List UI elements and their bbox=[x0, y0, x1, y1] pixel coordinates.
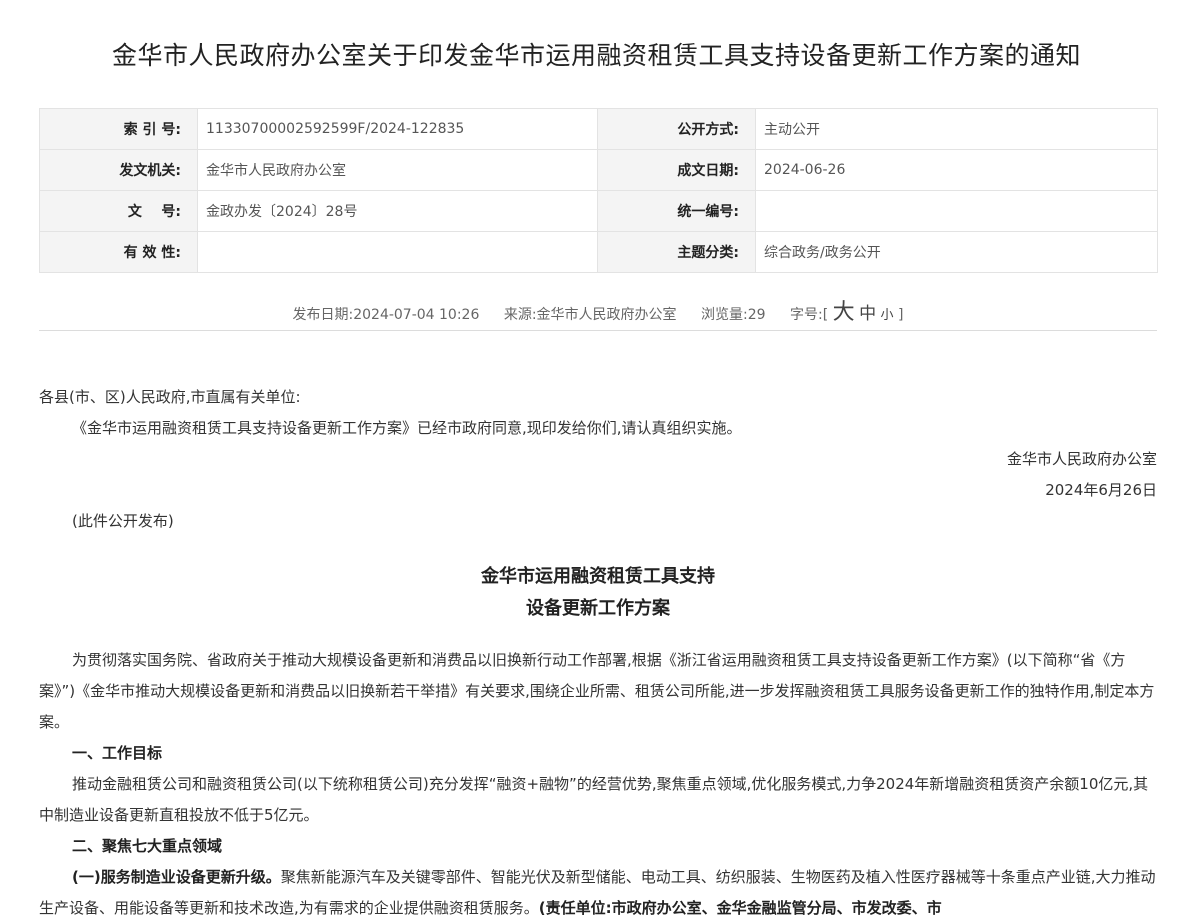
font-size-bracket: ] bbox=[898, 307, 904, 323]
font-size-switcher: 字号:[ 大 中 小 ] bbox=[789, 300, 904, 325]
font-size-label: 字号:[ bbox=[789, 307, 829, 323]
font-size-medium-button[interactable]: 中 bbox=[859, 304, 876, 324]
publish-note: (此件公开发布) bbox=[72, 512, 174, 530]
topic-value: 综合政务/政务公开 bbox=[755, 231, 1158, 273]
font-size-large-button[interactable]: 大 bbox=[833, 300, 855, 325]
table-row: 发文机关: 金华市人民政府办公室 成文日期: 2024-06-26 bbox=[39, 149, 1158, 191]
publish-date: 发布日期:2024-07-04 10:26 bbox=[292, 307, 480, 323]
document-meta-table: 索 引 号: 11330700002592599F/2024-122835 公开… bbox=[39, 108, 1158, 273]
paragraph-1: 为贯彻落实国务院、省政府关于推动大规模设备更新和消费品以旧换新行动工作部署,根据… bbox=[39, 651, 1155, 731]
date-value: 2024-06-26 bbox=[755, 149, 1158, 191]
font-size-small-button[interactable]: 小 bbox=[881, 308, 894, 323]
sign-date: 2024年6月26日 bbox=[1045, 481, 1157, 499]
validity-value bbox=[197, 231, 598, 273]
paragraph-3: (一)服务制造业设备更新升级。聚焦新能源汽车及关键零部件、智能光伏及新型储能、电… bbox=[39, 862, 1157, 924]
unified-no-value bbox=[755, 190, 1158, 232]
intro-paragraph: 《金华市运用融资租赁工具支持设备更新工作方案》已经市政府同意,现印发给你们,请认… bbox=[72, 419, 742, 437]
table-row: 文 号: 金政办发〔2024〕28号 统一编号: bbox=[39, 190, 1158, 232]
section-heading-1: 一、工作目标 bbox=[72, 744, 163, 762]
date-label: 成文日期: bbox=[597, 149, 756, 191]
table-row: 有 效 性: 主题分类: 综合政务/政务公开 bbox=[39, 231, 1158, 273]
paragraph-2: 推动金融租赁公司和融资租赁公司(以下统称租赁公司)充分发挥“融资+融物”的经营优… bbox=[39, 775, 1149, 824]
issuer-label: 发文机关: bbox=[39, 149, 198, 191]
validity-label: 有 效 性: bbox=[39, 231, 198, 273]
section-heading-2: 二、聚焦七大重点领域 bbox=[72, 837, 223, 855]
subsection-title-1: (一)服务制造业设备更新升级。 bbox=[72, 868, 281, 886]
publish-info-bar: 发布日期:2024-07-04 10:26 来源:金华市人民政府办公室 浏览量:… bbox=[39, 294, 1157, 331]
issuer-value: 金华市人民政府办公室 bbox=[197, 149, 598, 191]
responsible-units: (责任单位:市政府办公室、金华金融监管分局、市发改委、市 bbox=[538, 899, 942, 917]
signature: 金华市人民政府办公室 bbox=[1006, 450, 1157, 468]
plan-title-line2: 设备更新工作方案 bbox=[526, 598, 670, 619]
index-value: 11330700002592599F/2024-122835 bbox=[197, 108, 598, 150]
doc-no-label: 文 号: bbox=[39, 190, 198, 232]
unified-no-label: 统一编号: bbox=[597, 190, 756, 232]
source: 来源:金华市人民政府办公室 bbox=[503, 307, 677, 323]
index-label: 索 引 号: bbox=[39, 108, 198, 150]
page-title: 金华市人民政府办公室关于印发金华市运用融资租赁工具支持设备更新工作方案的通知 bbox=[111, 41, 1081, 70]
salutation: 各县(市、区)人民政府,市直属有关单位: bbox=[39, 388, 301, 406]
view-count: 浏览量:29 bbox=[701, 307, 766, 323]
open-mode-value: 主动公开 bbox=[755, 108, 1158, 150]
plan-title-line1: 金华市运用融资租赁工具支持 bbox=[481, 566, 715, 587]
document-body: 各县(市、区)人民政府,市直属有关单位: 《金华市运用融资租赁工具支持设备更新工… bbox=[39, 382, 1157, 924]
doc-no-value: 金政办发〔2024〕28号 bbox=[197, 190, 598, 232]
table-row: 索 引 号: 11330700002592599F/2024-122835 公开… bbox=[39, 108, 1158, 150]
topic-label: 主题分类: bbox=[597, 231, 756, 273]
open-mode-label: 公开方式: bbox=[597, 108, 756, 150]
